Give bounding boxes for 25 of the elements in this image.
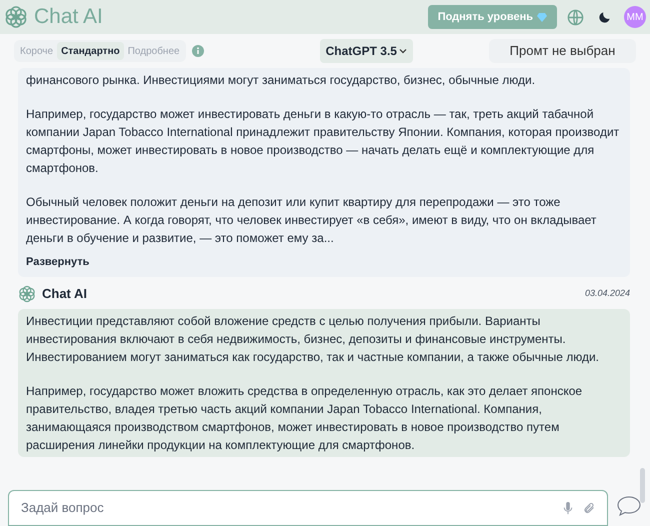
moon-icon[interactable]	[598, 10, 612, 24]
globe-icon[interactable]	[567, 8, 584, 26]
author-name: Chat AI	[42, 284, 88, 303]
scrollbar[interactable]	[640, 468, 645, 503]
message-paragraph: Например, государство может вложить средства в определенную отрасль, как это делает японское правительство, владея третью часть акций компании Japan Tobacco International. Компания, занимающаяся производством смартфонов, может инвестировать в новое производство путем расширения линейки продукции на комплектующие для смартфонов.	[26, 382, 584, 454]
flower-logo-icon	[4, 5, 28, 29]
message-paragraph: Обычный человек положит деньги на депозит или купит квартиру для перепродажи — это тоже инвестирование. А когда говорят, что человек инвестирует «в себя», имеют в виду, что он вкладывает деньги в обучение и развитие, — это поможет ему за...	[26, 194, 598, 247]
flower-logo-icon	[18, 284, 36, 302]
question-input[interactable]: Задай вопрос	[21, 498, 563, 518]
question-field[interactable]: Задай вопрос	[8, 490, 608, 526]
prompt-selector[interactable]: Промт не выбран	[489, 39, 636, 63]
message-paragraph: Инвестиции представляют собой вложение средств с целью получения прибыли. Варианты инвестирования включают в себя недвижимость, бизнес, депозиты и финансовые инструменты. Инвестированием могут заниматься как государство, так и частные компании, а также обычные люди.	[26, 312, 600, 366]
app-logo-text: Chat AI	[34, 4, 103, 30]
chevron-down-icon	[398, 47, 407, 55]
info-icon[interactable]	[192, 45, 204, 57]
speech-bubble-icon[interactable]	[616, 495, 642, 517]
message-date: 03.04.2024	[584, 286, 630, 300]
microphone-icon[interactable]	[563, 502, 573, 514]
message-paragraph: Например, государство может инвестировать деньги в какую-то отрасль — так, треть акций табачной компании Japan Tobacco International принадлежит правительству Японии. Компания, которая производит смартфоны, может инвестировать в новое производство — начать делать ещё и комплектующие для смартфонов.	[26, 106, 620, 177]
length-tab[interactable]: Стандартно	[57, 42, 124, 60]
paperclip-icon[interactable]	[583, 502, 595, 514]
expand-link[interactable]: Развернуть	[26, 251, 90, 274]
message-paragraph: финансового рынка. Инвестициями могут заниматься государство, бизнес, обычные люди.	[26, 72, 536, 89]
model-dropdown[interactable]: ChatGPT 3.5	[320, 39, 413, 63]
diamond-icon	[537, 12, 547, 22]
